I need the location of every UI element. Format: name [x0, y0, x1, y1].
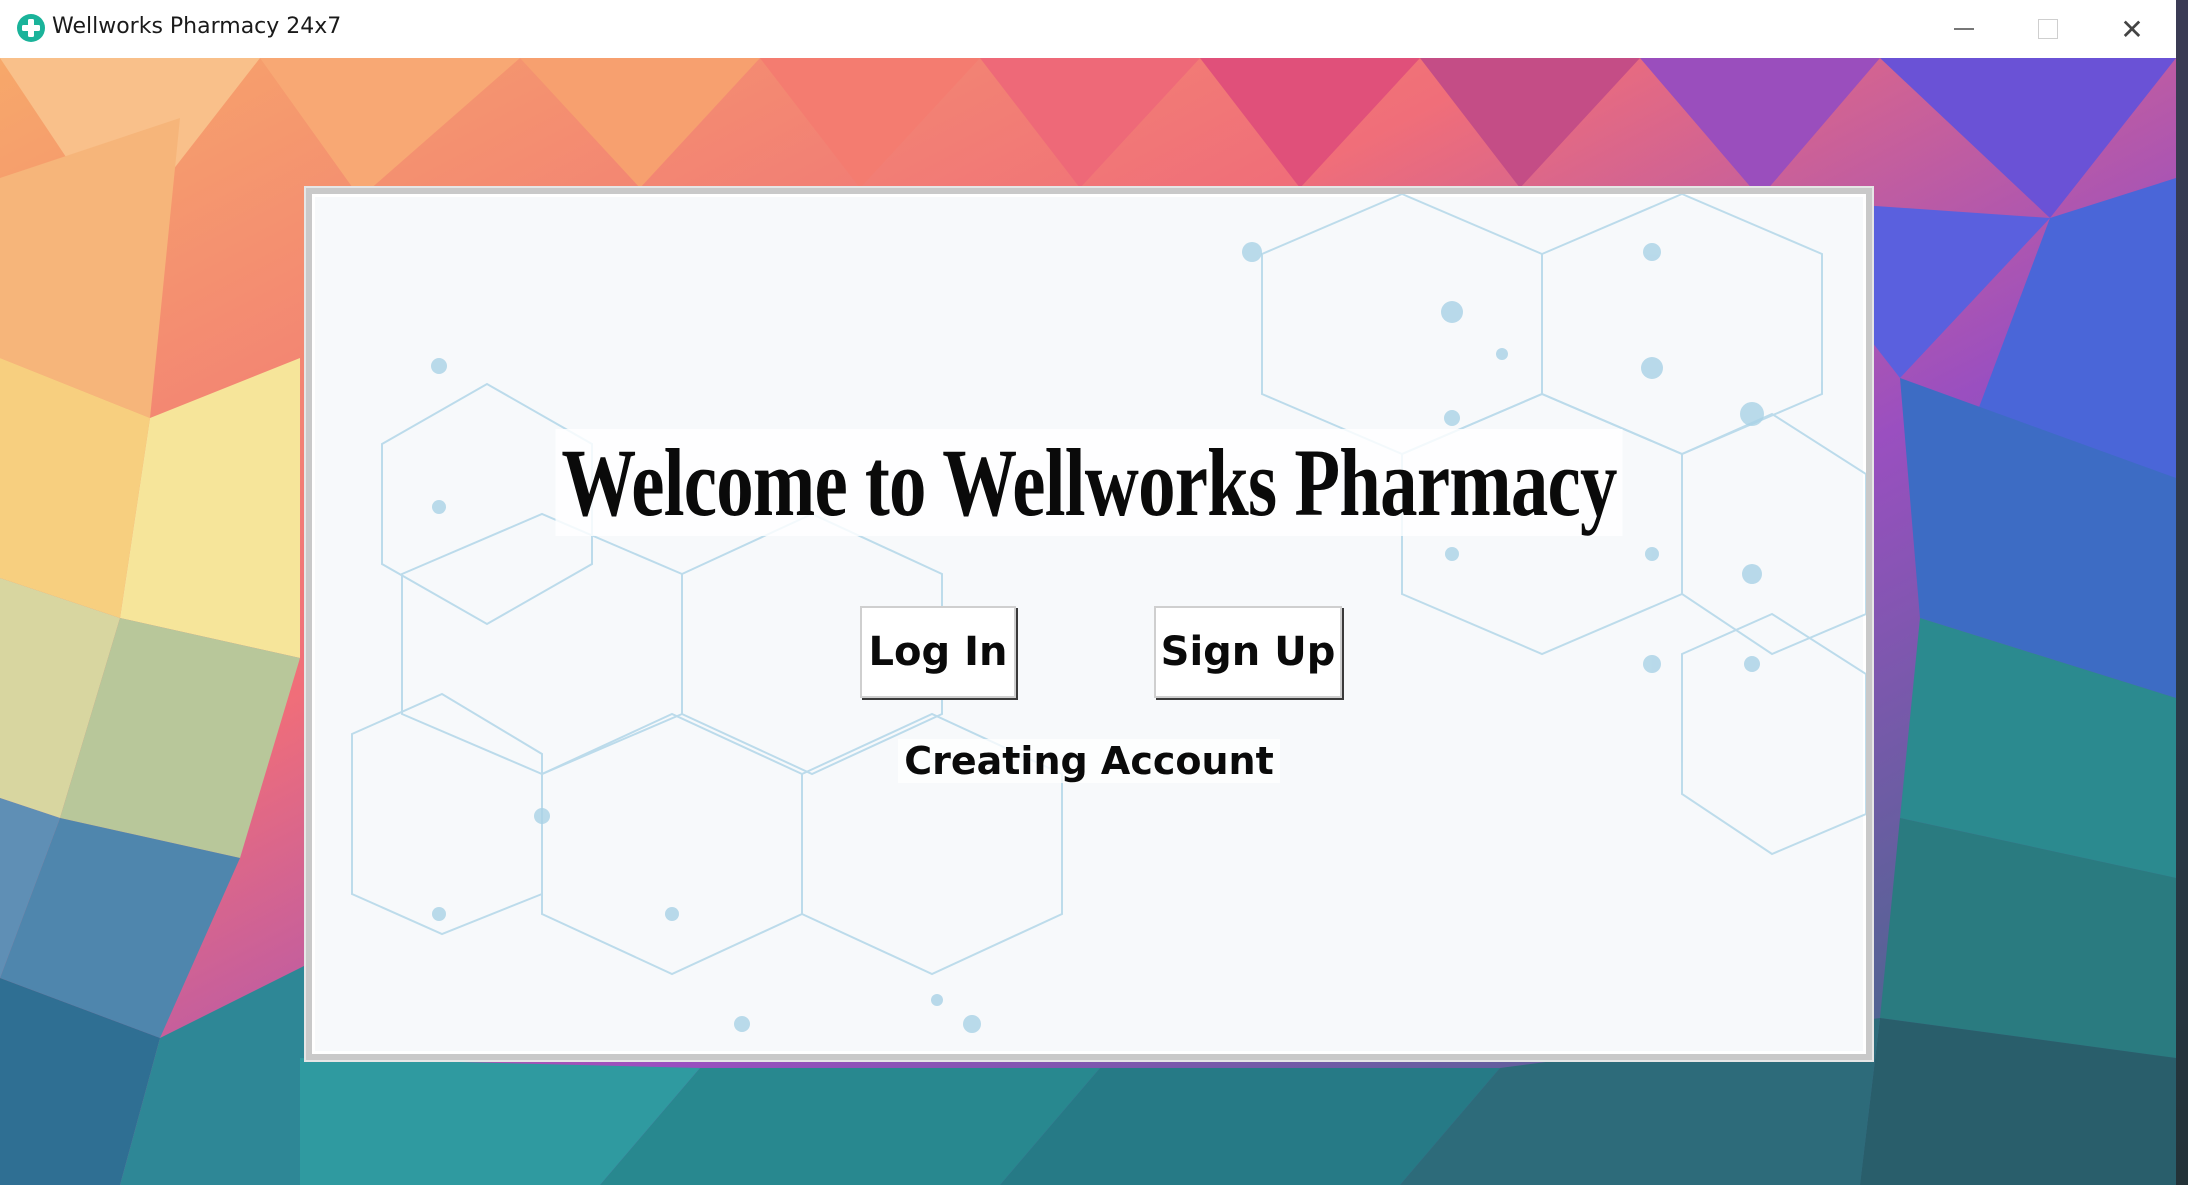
title-bar[interactable]: Wellworks Pharmacy 24x7 ✕: [0, 0, 2176, 58]
signup-button[interactable]: Sign Up: [1154, 606, 1342, 698]
welcome-heading: Welcome to Wellworks Pharmacy: [483, 427, 1695, 538]
window-title: Wellworks Pharmacy 24x7: [52, 14, 342, 39]
welcome-panel: Welcome to Wellworks Pharmacy Log In Sig…: [306, 188, 1872, 1060]
close-icon: ✕: [2120, 12, 2144, 46]
status-text: Creating Account: [898, 739, 1280, 783]
hexagon-pattern: [351, 194, 1866, 1033]
status-message: Creating Account: [312, 739, 1866, 783]
maximize-button[interactable]: [2006, 0, 2090, 58]
desktop-edge: [2176, 0, 2188, 1185]
minimize-button[interactable]: [1922, 0, 2006, 58]
app-window: Wellworks Pharmacy 24x7 ✕ Welcome to Wel…: [0, 0, 2176, 1185]
pharmacy-plus-icon: [17, 14, 45, 42]
maximize-icon: [2038, 19, 2058, 39]
welcome-heading-text: Welcome to Wellworks Pharmacy: [555, 429, 1623, 536]
minimize-icon: [1954, 28, 1974, 30]
login-button[interactable]: Log In: [860, 606, 1016, 698]
close-button[interactable]: ✕: [2090, 0, 2174, 58]
